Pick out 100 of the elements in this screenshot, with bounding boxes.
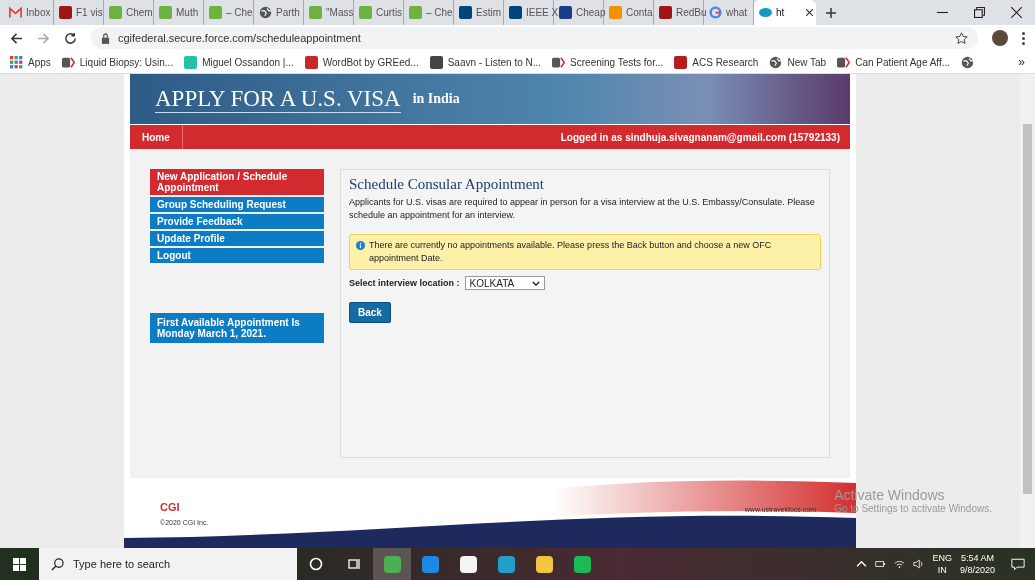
- bookmark-title: ACS Research: [692, 56, 759, 68]
- cloud-icon: [759, 6, 772, 19]
- panel-title: Schedule Consular Appointment: [349, 176, 545, 193]
- tab-title: F1 vis: [76, 7, 103, 18]
- tab-title: RedBu: [676, 7, 707, 18]
- tab-title: what: [726, 7, 748, 18]
- bookmark-title: Saavn - Listen to N...: [447, 56, 542, 68]
- bookmark-title: New Tab: [787, 56, 827, 68]
- favicon-icon: [674, 55, 688, 69]
- favicon-icon: [509, 6, 522, 19]
- clock[interactable]: 5:54 AM 9/8/2020: [959, 552, 995, 576]
- globe-icon: [961, 55, 975, 69]
- bookmark[interactable]: ACS Research: [674, 55, 759, 69]
- volume-icon[interactable]: [913, 559, 925, 569]
- logged-in-text: Logged in as sindhuja.sivagnanam@gmail.com (15792133): [560, 131, 840, 143]
- sidebar-item[interactable]: Group Scheduling Request: [150, 197, 324, 212]
- wifi-icon[interactable]: [894, 559, 906, 569]
- tab-title: Estim: [476, 7, 501, 18]
- close-icon[interactable]: [1011, 7, 1022, 18]
- document-flag-icon: [552, 55, 566, 69]
- search-icon: [51, 557, 64, 571]
- more-bookmarks-button[interactable]: »: [1018, 55, 1025, 69]
- bookmark[interactable]: Liquid Biopsy: Usin...: [61, 55, 174, 69]
- sidebar-item[interactable]: Provide Feedback: [150, 214, 324, 229]
- tab-title: Parth: [276, 7, 300, 18]
- bookmark[interactable]: Screening Tests for...: [552, 55, 664, 69]
- address-bar[interactable]: cgifederal.secure.force.com/scheduleappointment: [91, 27, 978, 49]
- bookmark[interactable]: Can Patient Age Aff...: [837, 55, 951, 69]
- banner-subtitle: in India: [412, 91, 460, 107]
- taskbar-app-icon[interactable]: [573, 555, 591, 573]
- restore-icon[interactable]: [974, 7, 985, 18]
- sidebar-item[interactable]: Update Profile: [150, 231, 324, 246]
- google-g-icon: [709, 6, 722, 19]
- tab-title: Inbox: [26, 7, 51, 18]
- tab-title: – Che: [426, 7, 453, 18]
- document-flag-icon: [61, 55, 75, 69]
- appointment-notice: First Available Appointment Is Monday March 1, 2021.: [150, 313, 324, 343]
- favicon-icon: [659, 6, 672, 19]
- taskbar-app-icon[interactable]: [535, 555, 553, 573]
- reload-icon[interactable]: [64, 31, 77, 45]
- notification-icon[interactable]: [1011, 557, 1025, 571]
- language-indicator[interactable]: ENG IN: [932, 552, 952, 576]
- chevron-down-icon: [531, 280, 540, 286]
- bookmark-title: Screening Tests for...: [570, 56, 664, 68]
- lock-icon: [101, 32, 110, 44]
- banner-title: APPLY FOR A U.S. VISA: [155, 85, 401, 113]
- globe-icon: [259, 6, 272, 19]
- bookmark-title: Liquid Biopsy: Usin...: [79, 56, 174, 68]
- bookmark[interactable]: New Tab: [769, 55, 827, 69]
- favicon-icon: [159, 6, 172, 19]
- scrollbar[interactable]: [1020, 74, 1035, 548]
- tab-title: Conta: [626, 7, 653, 18]
- taskbar-search-field[interactable]: Type here to search: [39, 548, 297, 580]
- favicon-icon: [559, 6, 572, 19]
- favicon-icon: [184, 55, 198, 69]
- bookmark[interactable]: Apps: [10, 55, 51, 69]
- menu-icon[interactable]: [1022, 31, 1025, 45]
- back-arrow-icon[interactable]: [10, 31, 23, 45]
- location-label: Select interview location :: [349, 278, 460, 288]
- bookmark-title: Can Patient Age Aff...: [855, 56, 951, 68]
- location-select[interactable]: KOLKATA: [464, 276, 545, 290]
- bookmark[interactable]: Miguel Ossandon |...: [184, 55, 294, 69]
- mail-m-icon: [9, 6, 22, 19]
- favicon-icon: [59, 6, 72, 19]
- tab-title: Chem: [126, 7, 153, 18]
- sidebar-item[interactable]: Logout: [150, 248, 324, 263]
- apps-grid-icon: [10, 55, 23, 69]
- tab-title: Curtis: [376, 7, 403, 18]
- star-icon[interactable]: [955, 31, 968, 45]
- windows-start-icon[interactable]: [13, 557, 26, 571]
- document-flag-icon: [837, 55, 851, 69]
- new-tab-icon[interactable]: [826, 7, 836, 18]
- caret-up-icon[interactable]: [856, 559, 868, 569]
- task-view-icon[interactable]: [347, 557, 361, 571]
- tab-title: Muth: [176, 7, 199, 18]
- favicon-icon: [609, 6, 622, 19]
- sidebar-item[interactable]: New Application / Schedule Appointment: [150, 169, 324, 195]
- browser-tab[interactable]: ht: [754, 0, 816, 25]
- bookmark[interactable]: [961, 55, 975, 69]
- favicon-icon: [304, 55, 318, 69]
- bookmark[interactable]: WordBot by GREed...: [304, 55, 419, 69]
- bookmark-title: Apps: [28, 56, 51, 68]
- favicon-icon: [309, 6, 322, 19]
- close-tab-icon[interactable]: [806, 9, 813, 16]
- favicon-icon: [459, 6, 472, 19]
- tab-title: "Mass: [326, 7, 354, 18]
- alert-text: There are currently no appointments available. Please press the Back button and choose a new OFC appointment Date.: [369, 239, 773, 265]
- bookmark[interactable]: Saavn - Listen to N...: [429, 55, 542, 69]
- profile-avatar[interactable]: [992, 30, 1008, 46]
- favicon-icon: [109, 6, 122, 19]
- back-button[interactable]: Back: [349, 302, 391, 323]
- taskbar-app-icon[interactable]: [459, 555, 477, 573]
- intro-text: Applicants for U.S. visas are required to appear in person for a visa interview at the U.S. Embassy/Consulate. Please schedule an appointment for an interview.: [349, 196, 816, 222]
- cortana-circle-icon[interactable]: [309, 557, 323, 571]
- tab-title: ht: [776, 7, 785, 18]
- tab-title: – Che: [226, 7, 253, 18]
- favicon-icon: [429, 55, 443, 69]
- bookmark-title: Miguel Ossandon |...: [202, 56, 294, 68]
- globe-icon: [769, 55, 783, 69]
- battery-icon[interactable]: [875, 559, 887, 569]
